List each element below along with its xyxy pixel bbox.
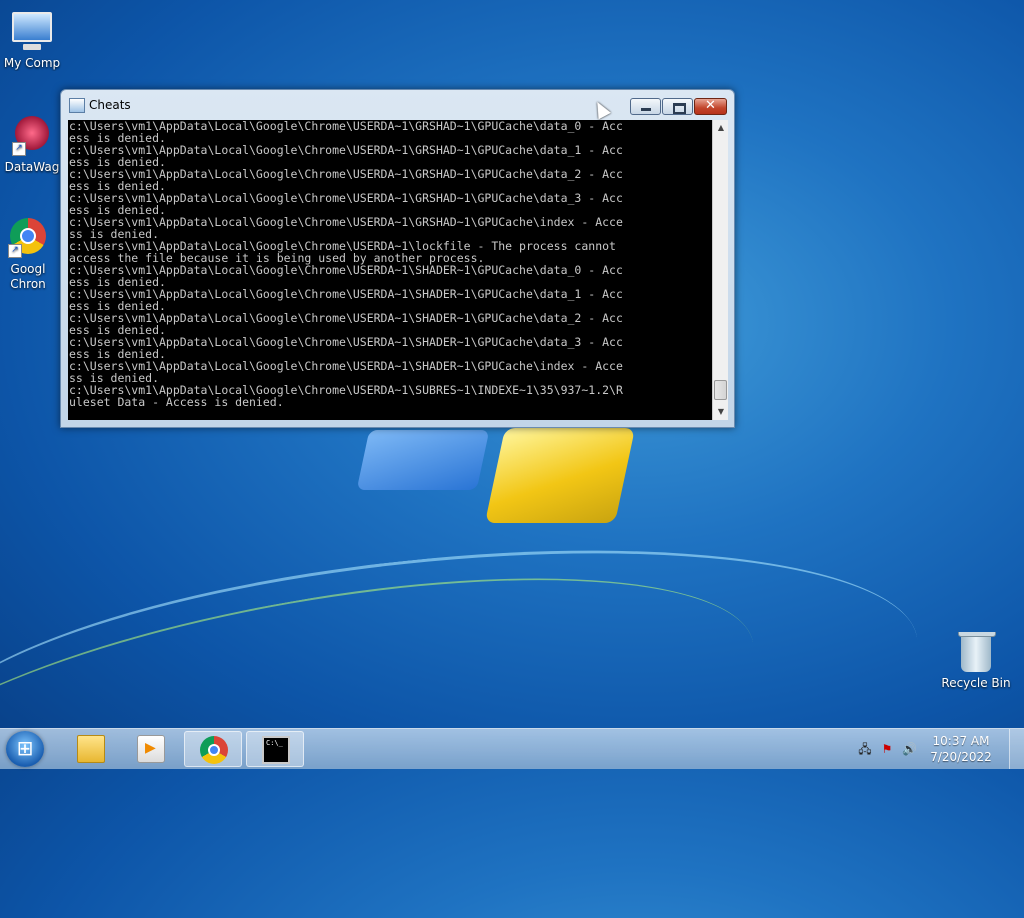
taskbar: C:\_ 🖧 ⚑ 🔊 10:37 AM 7/20/2022	[0, 728, 1024, 769]
window-titlebar[interactable]: Cheats ✕	[61, 90, 734, 120]
action-center-flag-icon[interactable]: ⚑	[880, 742, 894, 756]
system-tray: 🖧 ⚑ 🔊 10:37 AM 7/20/2022	[854, 729, 1024, 769]
desktop-icon-label: DataWag	[4, 160, 60, 174]
desktop-icon-recycle-bin[interactable]: Recycle Bin	[940, 632, 1012, 691]
desktop-icon-google-chrome[interactable]: ↗ Googl Chron	[2, 216, 54, 292]
datawag-icon: ↗	[12, 116, 52, 156]
chrome-icon	[200, 736, 228, 764]
scroll-up-arrow-icon[interactable]: ▲	[713, 120, 729, 136]
minimize-icon	[641, 108, 651, 111]
shortcut-arrow-icon: ↗	[12, 142, 26, 156]
windows-start-icon[interactable]	[6, 731, 44, 767]
cmd-icon: C:\_	[262, 736, 290, 764]
window-title: Cheats	[89, 98, 131, 112]
show-desktop-button[interactable]	[1009, 729, 1024, 769]
clock-time: 10:37 AM	[932, 734, 990, 748]
recycle-bin-icon	[956, 632, 996, 672]
clock-date: 7/20/2022	[930, 750, 992, 764]
taskbar-item-cmd[interactable]: C:\_	[246, 731, 304, 767]
console-scrollbar[interactable]: ▲ ▼	[712, 120, 728, 420]
logo-blue-pane	[356, 430, 490, 490]
console-output-area[interactable]: c:\Users\vm1\AppData\Local\Google\Chrome…	[68, 120, 728, 420]
scroll-down-arrow-icon[interactable]: ▼	[713, 404, 729, 420]
volume-icon[interactable]: 🔊	[902, 742, 917, 756]
maximize-button[interactable]	[662, 98, 693, 115]
network-icon[interactable]: 🖧	[858, 742, 872, 756]
window-app-icon	[69, 98, 85, 113]
desktop-icon-label: Recycle Bin	[941, 676, 1011, 690]
taskbar-item-media-player[interactable]	[122, 731, 180, 767]
computer-icon	[12, 12, 52, 52]
wallpaper-windows-logo	[355, 420, 636, 540]
shortcut-arrow-icon: ↗	[8, 244, 22, 258]
taskbar-item-explorer[interactable]	[62, 731, 120, 767]
chrome-icon: ↗	[8, 218, 48, 258]
scrollbar-thumb[interactable]	[714, 380, 727, 400]
console-text: c:\Users\vm1\AppData\Local\Google\Chrome…	[69, 120, 623, 409]
cheats-window[interactable]: Cheats ✕ c:\Users\vm1\AppData\Local\Goog…	[60, 89, 735, 428]
media-player-icon	[137, 735, 165, 763]
folder-icon	[77, 735, 105, 763]
logo-yellow-pane	[484, 428, 636, 523]
desktop-icon-label: My Comp	[3, 56, 61, 70]
desktop-icon-label: Googl Chron	[10, 262, 46, 291]
taskbar-clock[interactable]: 10:37 AM 7/20/2022	[926, 733, 996, 765]
desktop-icon-datawag[interactable]: ↗ DataWag	[0, 114, 64, 175]
minimize-button[interactable]	[630, 98, 661, 115]
maximize-icon	[673, 103, 686, 114]
close-button[interactable]: ✕	[694, 98, 727, 115]
close-icon: ✕	[705, 98, 716, 113]
taskbar-item-chrome[interactable]	[184, 731, 242, 767]
desktop-icon-my-computer[interactable]: My Comp	[0, 10, 64, 71]
